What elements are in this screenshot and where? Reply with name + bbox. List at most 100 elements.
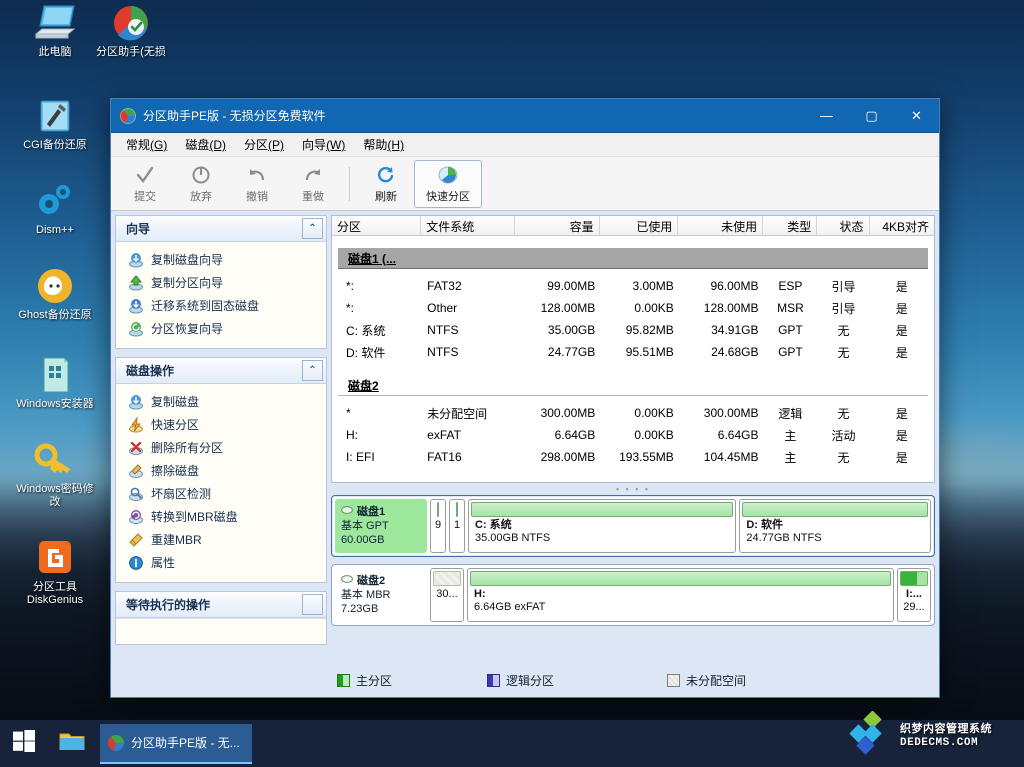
disk-map-disk1[interactable]: 磁盘1 基本 GPT 60.00GB 9 1 C: 系统 35.00GB NTF… [331, 495, 935, 557]
table-row[interactable]: D: 软件 NTFS 24.77GB 95.51MB 24.68GB GPT 无… [332, 341, 934, 363]
partition-sub: 29... [903, 601, 925, 613]
desktop-icon-ghost-backup[interactable]: Ghost备份还原 [9, 263, 101, 322]
desktop-icon-partition-assistant[interactable]: 分区助手(无损 [88, 0, 174, 59]
cell-partition: C: 系统 [346, 323, 386, 338]
column-header-type[interactable]: 类型 [763, 216, 818, 235]
legend-label: 未分配空间 [686, 673, 747, 688]
table-row[interactable]: C: 系统 NTFS 35.00GB 95.82MB 34.91GB GPT 无… [332, 319, 934, 341]
desktop-icon-cgi-backup[interactable]: CGI备份还原 [9, 93, 101, 152]
desktop-icon-label: CGI备份还原 [23, 139, 87, 151]
column-header-used[interactable]: 已使用 [600, 216, 679, 235]
column-header-unused[interactable]: 未使用 [678, 216, 764, 235]
partition-block-c[interactable]: C: 系统 35.00GB NTFS [468, 499, 737, 553]
toolbar-refresh-button[interactable]: 刷新 [358, 160, 414, 208]
sidebar-item-copy-partition-wizard[interactable]: 复制分区向导 [116, 271, 326, 294]
table-row[interactable]: H: exFAT 6.64GB 0.00KB 6.64GB 主 活动 是 [332, 424, 934, 446]
table-row[interactable]: *: Other 128.00MB 0.00KB 128.00MB MSR 引导… [332, 297, 934, 319]
cell-type: 主 [784, 450, 797, 465]
partition-block-h[interactable]: H: 6.64GB exFAT [467, 568, 894, 622]
column-header-filesystem[interactable]: 文件系统 [421, 216, 515, 235]
desktop-icon-diskgenius[interactable]: 分区工具DiskGenius [9, 535, 101, 607]
toolbar-quick-partition-button[interactable]: 快速分区 [414, 159, 482, 208]
cell-partition: D: 软件 [346, 345, 386, 360]
column-header-align[interactable]: 4KB对齐 [870, 216, 934, 235]
menu-item-help[interactable]: 帮助(H) [354, 133, 413, 156]
cell-align: 是 [895, 406, 908, 421]
menu-item-wizard[interactable]: 向导(W) [293, 133, 354, 156]
partition-block-esp[interactable]: 9 [430, 499, 446, 553]
sidebar-item-copy-disk[interactable]: 复制磁盘 [116, 390, 326, 413]
sidebar-item-bad-sector-check[interactable]: 坏扇区检测 [116, 482, 326, 505]
primary-partition-swatch-icon [337, 673, 350, 687]
sidebar-item-migrate-os[interactable]: 迁移系统到固态磁盘 [116, 294, 326, 317]
start-button[interactable] [0, 720, 48, 767]
sidebar-item-quick-partition[interactable]: 快速分区 [116, 413, 326, 436]
menubar: 常规(G) 磁盘(D) 分区(P) 向导(W) 帮助(H) [111, 133, 939, 157]
cell-unused: 34.91GB [711, 323, 759, 337]
cell-unused: 128.00MB [703, 301, 759, 315]
panel-header[interactable]: 等待执行的操作 [116, 592, 326, 618]
partition-sub: 24.77GB NTFS [746, 532, 822, 544]
cell-unused: 300.00MB [703, 406, 759, 420]
desktop-icon-windows-installer[interactable]: Windows安装器 [9, 352, 101, 411]
properties-icon [128, 555, 144, 571]
legend-label: 主分区 [356, 673, 393, 688]
close-button[interactable]: ✕ [894, 99, 939, 133]
disk-group-header-1[interactable]: 磁盘1 (... [338, 248, 928, 269]
disk-group-header-2[interactable]: 磁盘2 [338, 375, 928, 396]
partition-block-d[interactable]: D: 软件 24.77GB NTFS [739, 499, 931, 553]
cell-partition: *: [346, 301, 355, 315]
quick-partition-icon [437, 164, 459, 186]
desktop-icon-windows-password[interactable]: Windows密码修改 [9, 437, 101, 509]
chevron-up-icon[interactable]: ⌃ [302, 218, 323, 239]
partition-block-i-efi[interactable]: I:... 29... [897, 568, 931, 622]
window-body: 向导 ⌃ 复制磁盘向导 复制分区向导 迁移系统到固态磁盘 分区恢复向导 磁盘操作… [111, 211, 939, 697]
desktop-icon-label: Windows安装器 [16, 398, 94, 410]
panel-header[interactable]: 向导 ⌃ [116, 216, 326, 242]
partition-sub: 1 [453, 519, 461, 531]
cell-filesystem: Other [427, 301, 458, 315]
panel-header[interactable]: 磁盘操作 ⌃ [116, 358, 326, 384]
menu-item-disk[interactable]: 磁盘(D) [176, 133, 235, 156]
chevron-up-icon[interactable]: ⌃ [302, 360, 323, 381]
menu-item-partition[interactable]: 分区(P) [235, 133, 293, 156]
toolbar-discard-button[interactable]: 放弃 [173, 160, 229, 208]
partition-sub: 35.00GB NTFS [475, 532, 551, 544]
maximize-button[interactable]: ▢ [849, 99, 894, 133]
sidebar-item-properties[interactable]: 属性 [116, 551, 326, 574]
disk-size: 7.23GB [341, 603, 379, 615]
sidebar-panel-disk-operations: 磁盘操作 ⌃ 复制磁盘 快速分区 删除所有分区 擦除磁盘 坏扇区检测 转换到MB… [115, 357, 327, 583]
disk-map-disk2[interactable]: 磁盘2 基本 MBR 7.23GB 30... H:6.64GB exFAT [331, 564, 935, 626]
toolbar-redo-button[interactable]: 重做 [285, 160, 341, 208]
taskbar: 分区助手PE版 - 无... [0, 720, 1024, 767]
column-header-status[interactable]: 状态 [817, 216, 870, 235]
table-row[interactable]: I: EFI FAT16 298.00MB 193.55MB 104.45MB … [332, 446, 934, 468]
column-header-capacity[interactable]: 容量 [515, 216, 600, 235]
taskbar-file-explorer[interactable] [48, 720, 96, 767]
sidebar-item-delete-all-partitions[interactable]: 删除所有分区 [116, 436, 326, 459]
table-row[interactable]: * 未分配空间 300.00MB 0.00KB 300.00MB 逻辑 无 是 [332, 402, 934, 424]
cell-used: 95.82MB [625, 323, 674, 337]
toolbar-undo-button[interactable]: 撤销 [229, 160, 285, 208]
sidebar-item-rebuild-mbr[interactable]: 重建MBR [116, 528, 326, 551]
sidebar-item-convert-to-mbr[interactable]: 转换到MBR磁盘 [116, 505, 326, 528]
table-row[interactable]: *: FAT32 99.00MB 3.00MB 96.00MB ESP 引导 是 [332, 275, 934, 297]
menu-item-general[interactable]: 常规(G) [117, 133, 176, 156]
sidebar-item-wipe-disk[interactable]: 擦除磁盘 [116, 459, 326, 482]
panel-splitter[interactable]: ▪ ▪ ▪ ▪ [331, 483, 935, 495]
chevron-up-icon[interactable] [302, 594, 323, 615]
taskbar-task-partition-assistant[interactable]: 分区助手PE版 - 无... [100, 723, 252, 764]
column-header-partition[interactable]: 分区 [332, 216, 422, 235]
sidebar-item-copy-disk-wizard[interactable]: 复制磁盘向导 [116, 248, 326, 271]
legend-primary-partition: 主分区 [337, 672, 487, 689]
partition-block-unallocated[interactable]: 30... [430, 568, 464, 622]
minimize-button[interactable]: — [804, 99, 849, 133]
toolbar-commit-button[interactable]: 提交 [117, 160, 173, 208]
cell-type: 主 [784, 428, 797, 443]
desktop-icon-dism-plus[interactable]: Dism++ [9, 178, 101, 237]
sidebar-item-recover-partition-wizard[interactable]: 分区恢复向导 [116, 317, 326, 340]
cell-status: 引导 [831, 301, 856, 316]
window-titlebar[interactable]: 分区助手PE版 - 无损分区免费软件 — ▢ ✕ [111, 99, 939, 133]
partition-block-msr[interactable]: 1 [449, 499, 465, 553]
partition-sub: 9 [434, 519, 442, 531]
